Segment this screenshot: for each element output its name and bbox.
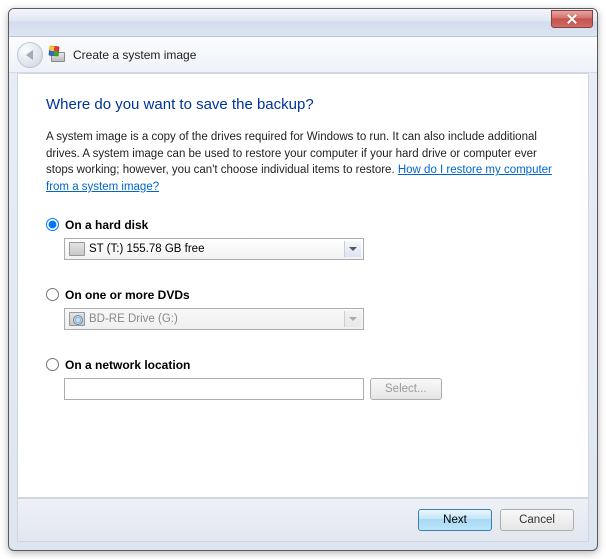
system-image-icon xyxy=(49,46,67,64)
back-button[interactable] xyxy=(17,42,43,68)
header-row: Create a system image xyxy=(9,37,597,73)
next-button[interactable]: Next xyxy=(418,509,492,531)
page-heading: Where do you want to save the backup? xyxy=(46,96,560,113)
radio-hard-disk[interactable]: On a hard disk xyxy=(46,218,560,232)
arrow-left-icon xyxy=(26,50,33,60)
option-dvd: On one or more DVDs BD-RE Drive (G:) xyxy=(46,288,560,330)
hard-disk-combo[interactable]: ST (T:) 155.78 GB free xyxy=(64,238,364,260)
dvd-value: BD-RE Drive (G:) xyxy=(89,313,178,325)
description-text: A system image is a copy of the drives r… xyxy=(46,129,560,196)
content-area: Where do you want to save the backup? A … xyxy=(17,73,589,498)
title-bar xyxy=(9,9,597,37)
radio-dvd-label: On one or more DVDs xyxy=(65,288,190,302)
close-icon xyxy=(567,14,577,24)
radio-dvd[interactable]: On one or more DVDs xyxy=(46,288,560,302)
footer-bar: Next Cancel xyxy=(17,498,589,542)
drive-icon xyxy=(69,242,85,256)
window-title: Create a system image xyxy=(73,48,196,62)
disc-icon xyxy=(69,312,85,326)
radio-network-label: On a network location xyxy=(65,358,190,372)
radio-network-input[interactable] xyxy=(46,358,59,371)
radio-dvd-input[interactable] xyxy=(46,288,59,301)
dialog-window: Create a system image Where do you want … xyxy=(8,8,598,551)
close-button[interactable] xyxy=(551,10,593,28)
radio-hard-disk-label: On a hard disk xyxy=(65,218,148,232)
hard-disk-value: ST (T:) 155.78 GB free xyxy=(89,243,204,255)
radio-hard-disk-input[interactable] xyxy=(46,218,59,231)
cancel-button[interactable]: Cancel xyxy=(500,509,574,531)
option-hard-disk: On a hard disk ST (T:) 155.78 GB free xyxy=(46,218,560,260)
network-path-input[interactable] xyxy=(64,378,364,400)
chevron-down-icon xyxy=(344,241,361,257)
option-network: On a network location Select... xyxy=(46,358,560,400)
select-button[interactable]: Select... xyxy=(370,378,442,400)
radio-network[interactable]: On a network location xyxy=(46,358,560,372)
dvd-combo: BD-RE Drive (G:) xyxy=(64,308,364,330)
chevron-down-icon xyxy=(344,311,361,327)
